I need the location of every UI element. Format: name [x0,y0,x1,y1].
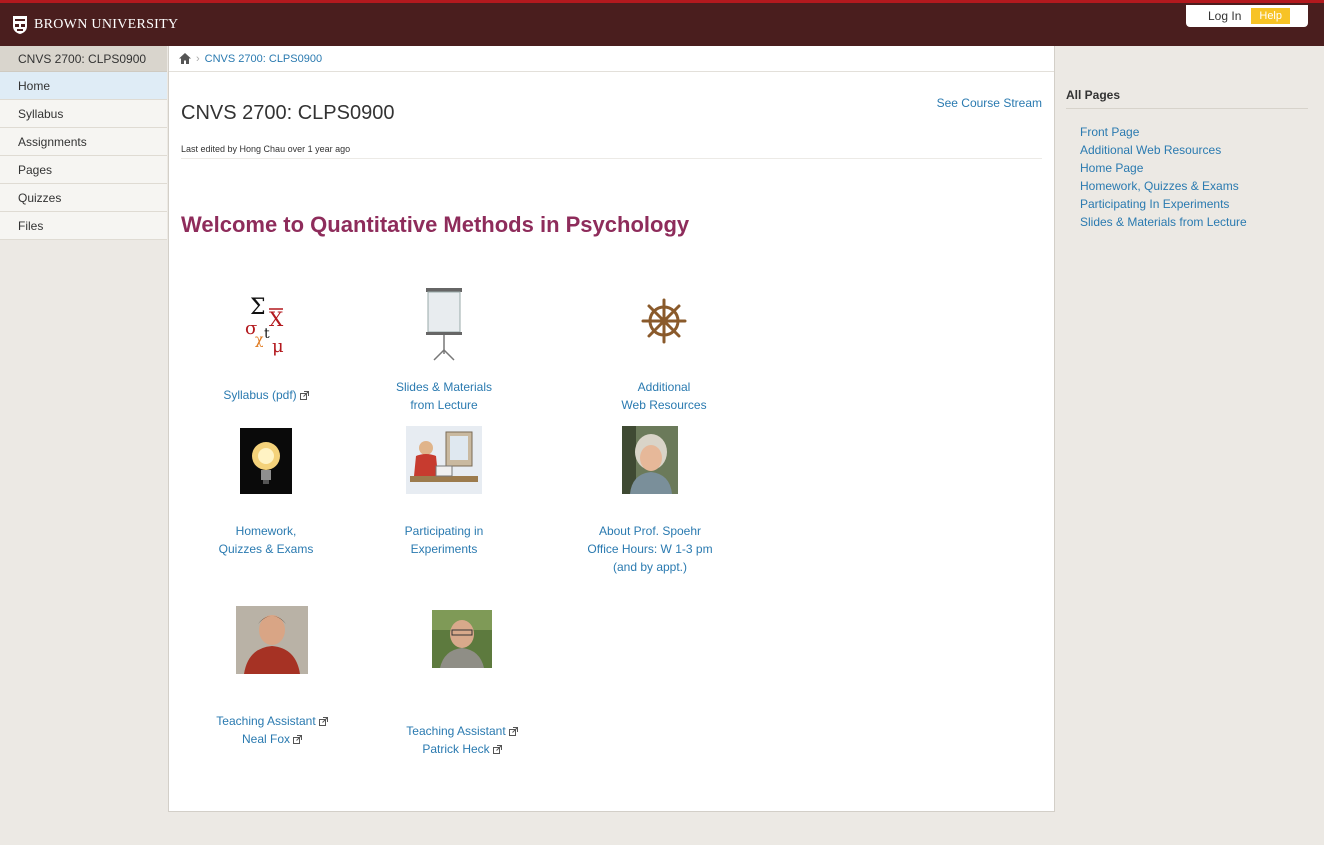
see-course-stream-link[interactable]: See Course Stream [937,96,1042,110]
experiments-link[interactable]: Participating in Experiments [369,522,519,558]
web-resources-link[interactable]: Additional Web Resources [589,378,739,414]
projector-screen-icon[interactable] [422,288,466,362]
all-pages-list: Front Page Additional Web Resources Home… [1066,123,1308,231]
nav-item-home[interactable]: Home [0,72,167,100]
all-pages-item[interactable]: Participating In Experiments [1080,195,1308,213]
person-at-desk-icon[interactable] [406,426,482,494]
university-brand[interactable]: BROWN UNIVERSITY [12,15,178,35]
svg-text:χ: χ [255,332,264,348]
tile-ta-patrick-heck[interactable]: Teaching Assistant Patrick Heck [387,610,537,770]
ta-patrick-heck-link[interactable]: Teaching Assistant Patrick Heck [387,722,537,758]
help-button[interactable]: Help [1251,8,1290,24]
nav-item-quizzes[interactable]: Quizzes [0,184,167,212]
welcome-heading: Welcome to Quantitative Methods in Psych… [181,212,690,237]
professor-link[interactable]: About Prof. Spoehr Office Hours: W 1-3 p… [575,522,725,576]
syllabus-link[interactable]: Syllabus (pdf) [191,386,341,404]
brand-name: BROWN UNIVERSITY [34,17,179,32]
tile-homework[interactable]: Homework, Quizzes & Exams [191,426,341,566]
ship-wheel-icon[interactable] [641,298,687,344]
tile-syllabus[interactable]: Σ X σ χ t μ Syllabus (pdf) [191,288,341,408]
svg-text:t: t [264,326,270,342]
nav-item-assignments[interactable]: Assignments [0,128,167,156]
breadcrumb: › CNVS 2700: CLPS0900 [169,46,1054,72]
main-content: › CNVS 2700: CLPS0900 See Course Stream … [168,46,1055,812]
ta-photo[interactable] [236,606,308,674]
svg-text:Σ: Σ [250,295,266,320]
login-link[interactable]: Log In [1208,9,1241,23]
external-link-icon [492,745,502,754]
ta-photo[interactable] [432,610,492,668]
all-pages-item[interactable]: Home Page [1080,159,1308,177]
tile-web-resources[interactable]: Additional Web Resources [589,288,739,418]
all-pages-item[interactable]: Homework, Quizzes & Exams [1080,177,1308,195]
external-link-icon [299,391,309,400]
breadcrumb-separator: › [196,52,200,65]
tile-professor[interactable]: About Prof. Spoehr Office Hours: W 1-3 p… [575,426,725,586]
external-link-icon [318,717,328,726]
light-bulb-icon[interactable] [240,428,292,494]
homework-link[interactable]: Homework, Quizzes & Exams [191,522,341,558]
external-link-icon [293,735,303,744]
tile-experiments[interactable]: Participating in Experiments [369,426,519,566]
all-pages-item[interactable]: Front Page [1080,123,1308,141]
crest-icon [13,16,27,34]
external-link-icon [508,727,518,736]
professor-photo[interactable] [622,426,678,494]
nav-item-pages[interactable]: Pages [0,156,167,184]
course-navigation: CNVS 2700: CLPS0900 Home Syllabus Assign… [0,46,167,240]
nav-item-syllabus[interactable]: Syllabus [0,100,167,128]
ta-neal-fox-link[interactable]: Teaching Assistant Neal Fox [197,712,347,748]
slides-link[interactable]: Slides & Materials from Lecture [369,378,519,414]
all-pages-sidebar: All Pages Front Page Additional Web Reso… [1066,88,1308,231]
svg-text:X: X [269,307,284,331]
divider [181,158,1042,159]
breadcrumb-course-link[interactable]: CNVS 2700: CLPS0900 [205,46,322,72]
last-edited-note: Last edited by Hong Chau over 1 year ago [181,144,351,154]
all-pages-item[interactable]: Additional Web Resources [1080,141,1308,159]
top-header: BROWN UNIVERSITY Log In Help [0,0,1324,46]
auth-box: Log In Help [1186,5,1308,27]
svg-text:μ: μ [272,336,284,357]
nav-item-files[interactable]: Files [0,212,167,240]
course-title[interactable]: CNVS 2700: CLPS0900 [0,46,167,72]
statistics-symbols-icon[interactable]: Σ X σ χ t μ [236,292,296,358]
tile-slides[interactable]: Slides & Materials from Lecture [369,288,519,418]
all-pages-title: All Pages [1066,88,1308,109]
page-title: CNVS 2700: CLPS0900 [181,102,395,124]
home-icon[interactable] [179,53,191,64]
tile-ta-neal-fox[interactable]: Teaching Assistant Neal Fox [197,606,347,766]
all-pages-item[interactable]: Slides & Materials from Lecture [1080,213,1308,231]
